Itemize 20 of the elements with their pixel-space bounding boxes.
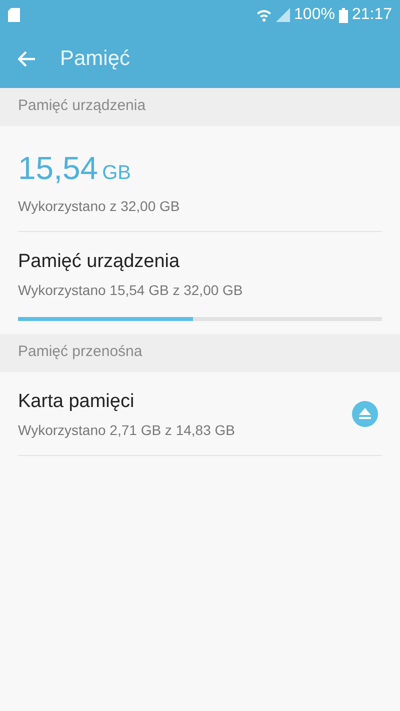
item-subtitle: Wykorzystano 15,54 GB z 32,00 GB [18,281,244,300]
sd-card-icon [8,8,20,22]
battery-percent: 100% [294,5,335,25]
eject-icon[interactable] [352,401,378,428]
section-header: Pamięć urządzenia [0,88,400,126]
item-title: Karta pamięci [18,390,136,414]
signal-icon [276,8,290,22]
section-header: Pamięć przenośna [0,334,400,372]
clock: 21:17 [352,5,392,25]
wifi-icon [256,8,272,22]
screen-title: Pamięć [60,46,130,72]
storage-unit: GB [102,160,131,186]
back-arrow-icon[interactable] [18,51,36,67]
storage-subtitle: Wykorzystano z 32,00 GB [18,196,181,216]
storage-used-value: 15,54 [18,148,98,188]
storage-list-item[interactable]: Karta pamięci Wykorzystano 2,71 GB z 14,83 GB [0,372,400,456]
storage-list-item[interactable]: Pamięć urządzenia Wykorzystano 15,54 GB z 32,00 GB [0,232,400,334]
item-subtitle: Wykorzystano 2,71 GB z 14,83 GB [18,421,236,440]
battery-icon [338,8,348,22]
item-title: Pamięć urządzenia [18,250,181,274]
